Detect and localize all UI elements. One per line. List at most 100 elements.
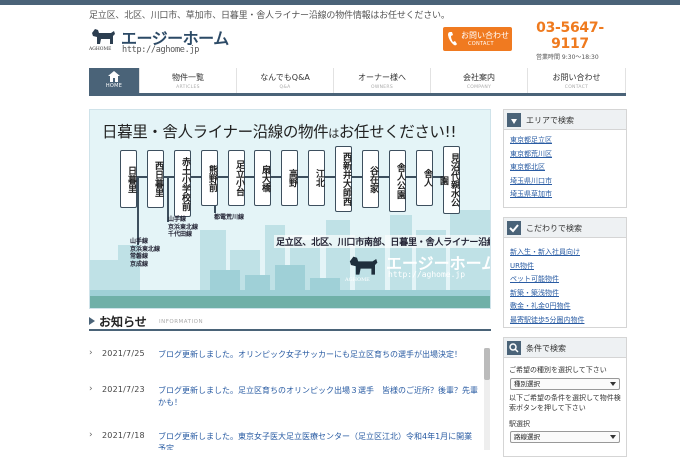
nav-label: 会社案内 [463,73,495,82]
station-label: 駅選択 [509,419,530,428]
news-item[interactable]: › 2021/7/25 ブログ更新しました。オリンピック女子サッカーにも足立区育… [89,348,484,384]
branch-lines-nishi-nippori: 山手線 京浜東北線 千代田線 [168,216,198,239]
station-kumanomae: 熊野前 [201,150,218,206]
branch-line: 山手線 [130,238,149,245]
logo-sub: AGHOME [89,47,112,52]
line-select[interactable]: 路線選択 [510,431,620,443]
kodawari-search-box: こだわりで検索 新入生・新入社員向け UR物件 ペット可能物件 新築・築浅物件 … [503,217,627,328]
logo-url: http://aghome.jp [122,45,200,55]
branch-line: 京成線 [130,260,149,268]
nav-en: Q&A [279,85,291,90]
kodawari-link[interactable]: 最寄駅徒歩5分圏内物件 [504,314,626,328]
check-icon [507,221,521,235]
type-select-value: 種別選択 [514,379,540,388]
station-nishiarai-daishi-nishi: 西新井大師西 [335,146,352,212]
condition-instruction: ご希望の種別を選択して下さい [509,366,607,374]
banner-title-a: 日暮里・舎人ライナー沿線の物件 [102,123,329,141]
news-scrollbar[interactable] [484,348,490,450]
branch-line: 千代田線 [168,231,193,238]
news-date: 2021/7/23 [102,385,145,394]
nav-label: オーナー様へ [358,73,406,82]
news-link[interactable]: ブログ更新しました。オリンピック女子サッカーにも足立区育ちの選手が出場決定！ [158,349,478,361]
station-akado: 赤土小学校前 [174,150,191,217]
business-hours: 営業時間 9:30～18:30 [536,54,599,61]
kodawari-link[interactable]: 敷金・礼金0円物件 [504,300,626,314]
station-nippori: 日暮里 [120,150,137,208]
branch-line: 山手線 [168,216,187,223]
kodawari-search-header: こだわりで検索 [504,218,626,238]
nav-contact[interactable]: お問い合わせ CONTACT [527,68,626,93]
station-toneri-koen: 舎人公園 [389,150,406,212]
banner-logo-sub: AGHOME [345,277,370,283]
kodawari-link[interactable]: ペット可能物件 [504,273,626,287]
kodawari-link[interactable]: UR物件 [504,260,626,274]
triangle-right-icon [89,317,95,325]
station-toneri: 舎人 [416,150,433,206]
nav-articles[interactable]: 物件一覧 ARTICLES [139,68,236,93]
news-item[interactable]: › 2021/7/18 ブログ更新しました。東京女子医大足立医療センター（足立区… [89,430,484,450]
news-item[interactable]: › 2021/7/23 ブログ更新しました。足立区育ちのオリンピック出場３選手 … [89,384,484,420]
site-logo[interactable]: AGHOME エージーホーム http://aghome.jp [89,26,249,55]
area-link[interactable]: 東京都足立区 [504,134,626,148]
area-link[interactable]: 東京都北区 [504,161,626,175]
banner-logo: AGHOME エージーホーム http://aghome.jp [342,249,490,289]
top-strip [0,0,680,5]
contact-en: CONTACT [468,41,494,47]
nav-en: ARTICLES [176,85,200,90]
branch-line: 京浜東北線 [130,245,161,253]
nav-owners[interactable]: オーナー様へ OWNERS [333,68,430,93]
hero-banner[interactable]: 日暮里・舎人ライナー沿線の物件はお任せください!! 日暮里 西日暮里 赤土小学校… [89,109,491,309]
nav-home[interactable]: HOME [89,68,139,93]
condition-search-header: 条件で検索 [504,338,626,358]
area-link[interactable]: 埼玉県川口市 [504,175,626,189]
phone-icon [448,32,457,46]
station-nishi-nippori: 西日暮里 [147,150,164,208]
dog-logo-icon [92,29,115,44]
nav-home-en: HOME [105,83,123,89]
area-link[interactable]: 埼玉県草加市 [504,188,626,202]
nav-en: OWNERS [371,85,393,90]
chevron-right-icon: › [89,384,93,394]
nav-company[interactable]: 会社案内 COMPANY [430,68,527,93]
station-kohoku: 江北 [308,150,325,206]
search-icon [507,341,521,355]
nav-en: COMPANY [466,85,492,90]
chevron-right-icon: › [89,430,93,440]
news-link[interactable]: ブログ更新しました。東京女子医大足立医療センター（足立区江北）令和4年1月に開業… [158,431,478,450]
banner-title: 日暮里・舎人ライナー沿線の物件はお任せください!! [102,120,457,142]
area-search-header: エリアで検索 [504,110,626,130]
nav-qa[interactable]: なんでもQ&A Q&A [236,68,333,93]
dog-logo-icon [349,256,378,275]
line-select-value: 路線選択 [514,433,540,441]
branch-line: 常磐線 [130,253,149,260]
banner-title-c: お任せください!! [338,123,457,141]
nav-en: CONTACT [564,85,589,90]
kodawari-link[interactable]: 新入生・新入社員向け [504,246,626,260]
chevron-down-icon [610,435,616,439]
news-date: 2021/7/25 [102,349,145,358]
news-title: お知らせ [99,315,147,329]
chevron-down-icon [610,381,616,386]
branch-lines-nippori: 山手線 京浜東北線 常磐線 京成線 [130,238,160,268]
contact-label: お問い合わせ [461,31,509,40]
news-header: お知らせ INFORMATION [89,313,491,331]
news-link[interactable]: ブログ更新しました。足立区育ちのオリンピック出場３選手 皆様のご近所？後輩？先輩… [158,385,478,409]
type-select[interactable]: 種別選択 [510,377,620,390]
home-icon [108,71,120,82]
branch-line: 京浜東北線 [168,223,199,231]
header-contact-button[interactable]: お問い合わせ CONTACT [443,27,512,51]
station-minumadai: 見沼代親水公園 [438,146,460,214]
news-list: › 2021/7/25 ブログ更新しました。オリンピック女子サッカーにも足立区育… [89,340,491,450]
kodawari-link[interactable]: 新築・築浅物件 [504,287,626,301]
station-koya: 高野 [281,150,298,206]
area-link[interactable]: 東京都荒川区 [504,148,626,162]
scrollbar-thumb[interactable] [484,348,490,380]
nav-label: なんでもQ&A [260,73,310,82]
news-date: 2021/7/18 [102,431,145,440]
condition-search-title: 条件で検索 [526,344,566,353]
branch-line-toden: 都電荒川線 [214,214,245,221]
area-search-title: エリアで検索 [526,116,574,125]
map-pin-icon [507,113,521,127]
station-ogi-ohashi: 扇大橋 [254,150,271,206]
banner-logo-url: http://aghome.jp [388,270,466,279]
